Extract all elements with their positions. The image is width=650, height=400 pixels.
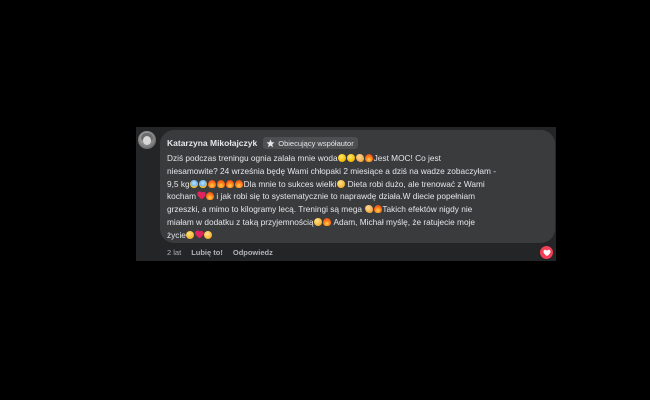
fire-emoji <box>373 205 382 214</box>
comment-text-segment: życie <box>167 229 186 240</box>
fire-emoji <box>365 154 374 162</box>
comment-line-7: życie <box>167 229 547 242</box>
flexed-biceps-emoji <box>356 154 365 162</box>
comment-text-segment: Dieta robi dużo, ale trenować z Wami <box>345 178 485 189</box>
fire-emoji <box>217 179 226 188</box>
comment-header: Katarzyna Mikołajczyk Obiecujący współau… <box>167 136 358 150</box>
comment-text-segment: Takich efektów nigdy nie <box>382 204 473 215</box>
hugging-face-emoji <box>204 230 213 239</box>
author-avatar[interactable] <box>138 131 156 149</box>
face-with-tears-of-joy-emoji <box>347 154 356 162</box>
comment-timestamp[interactable]: 2 lat <box>167 248 181 257</box>
comment-line-5: grzeszki, a mimo to kilogramy lecą. Tren… <box>167 203 547 216</box>
screaming-face-emoji <box>199 179 208 188</box>
comment-line-3: 9,5 kg Dla mnie to sukces wielki Dieta ro… <box>167 178 547 191</box>
comment-line-6: miałam w dodatku z taką przyjemnością Ad… <box>167 216 547 229</box>
comment-line-4: kocham i jak robi się to systematycznie … <box>167 190 547 203</box>
red-heart-emoji <box>195 231 203 239</box>
comment-line-1: Dziś podczas treningu ognia zalała mnie … <box>167 152 547 165</box>
author-name[interactable]: Katarzyna Mikołajczyk <box>167 138 257 148</box>
hugging-face-emoji <box>314 217 323 226</box>
comment-bubble: Katarzyna Mikołajczyk Obiecujący współau… <box>160 130 555 243</box>
comment-actions: 2 lat Lubię to! Odpowiedz <box>167 248 273 257</box>
comment-panel: Katarzyna Mikołajczyk Obiecujący współau… <box>136 127 556 261</box>
fire-emoji <box>323 217 332 226</box>
avatar-face <box>143 136 151 145</box>
comment-text-segment: 9,5 kg <box>167 178 190 189</box>
fire-emoji <box>235 179 244 188</box>
fire-emoji <box>226 179 235 188</box>
badge-label: Obiecujący współautor <box>278 138 354 148</box>
comment-text-segment: i jak robi się to systematycznie to napr… <box>214 191 476 202</box>
comment-text-segment: kocham <box>167 191 197 202</box>
contributor-badge[interactable]: Obiecujący współautor <box>263 137 358 149</box>
comment-text-segment: miałam w dodatku z taką przyjemnością <box>167 216 314 227</box>
fire-emoji <box>208 179 217 188</box>
comment-line-2: niesamowite? 24 września będę Wami chłop… <box>167 165 547 178</box>
heart-icon <box>542 249 551 256</box>
screaming-face-emoji <box>190 179 199 188</box>
comment-text: Dziś podczas treningu ognia zalała mnie … <box>167 152 547 242</box>
comment-text-segment: niesamowite? 24 września będę Wami chłop… <box>167 165 496 176</box>
kissing-face-emoji <box>186 230 195 239</box>
red-heart-emoji <box>197 192 205 200</box>
flexed-biceps-emoji <box>364 205 373 214</box>
reply-button[interactable]: Odpowiedz <box>233 248 273 257</box>
comment-text-segment: Adam, Michał myślę, że ratujecie moje <box>331 216 476 227</box>
love-reaction-badge[interactable] <box>540 246 553 259</box>
comment-text-segment: Dziś podczas treningu ognia zalała mnie … <box>167 153 338 163</box>
hugging-face-emoji <box>336 179 345 188</box>
comment-text-segment: Jest MOC! Co jest <box>373 153 441 163</box>
like-button[interactable]: Lubię to! <box>191 248 223 257</box>
comment-text-segment: Dla mnie to sukces wielki <box>243 178 337 189</box>
fire-emoji <box>205 192 214 201</box>
face-with-tears-of-joy-emoji <box>338 154 347 162</box>
comment-text-segment: grzeszki, a mimo to kilogramy lecą. Tren… <box>167 204 365 215</box>
star-badge-icon <box>266 139 275 147</box>
